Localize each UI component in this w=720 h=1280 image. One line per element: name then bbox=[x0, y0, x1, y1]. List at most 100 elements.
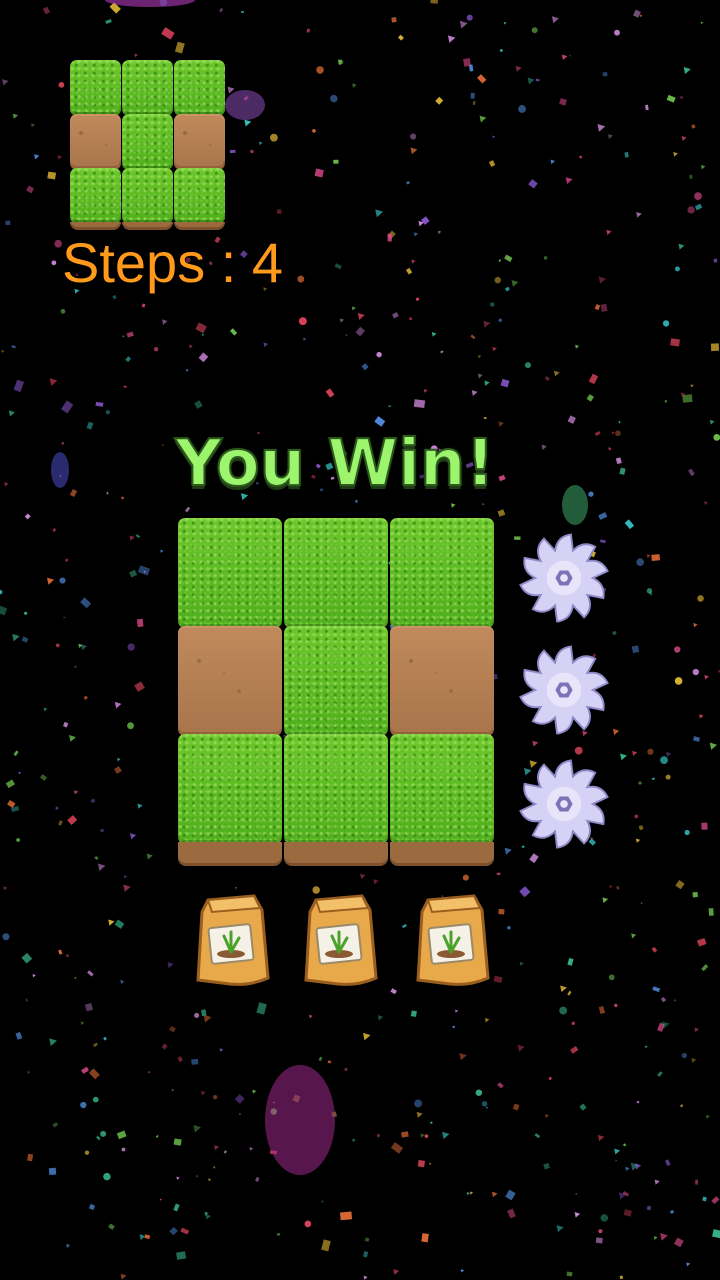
confetti-piece bbox=[437, 230, 442, 235]
confetti-piece bbox=[88, 1068, 100, 1080]
confetti-piece bbox=[409, 317, 413, 321]
confetti-piece bbox=[129, 535, 135, 541]
confetti-piece bbox=[12, 633, 20, 642]
confetti-piece bbox=[646, 554, 651, 559]
board-tile-grass[interactable] bbox=[390, 518, 494, 628]
confetti-piece bbox=[636, 838, 641, 843]
confetti-piece bbox=[401, 1131, 409, 1138]
confetti-piece bbox=[201, 1009, 207, 1017]
confetti-piece bbox=[410, 147, 418, 155]
confetti-piece bbox=[497, 1082, 504, 1089]
confetti-piece bbox=[58, 949, 63, 955]
seed-bag-icon[interactable] bbox=[410, 890, 494, 990]
confetti-piece bbox=[598, 1229, 603, 1234]
confetti-piece bbox=[95, 401, 104, 407]
confetti-piece bbox=[103, 1036, 107, 1041]
confetti-piece bbox=[276, 1233, 281, 1236]
seed-bag-icon[interactable] bbox=[190, 890, 274, 990]
board-tile-grass[interactable] bbox=[178, 518, 282, 628]
board-tile-grass[interactable] bbox=[178, 734, 282, 844]
confetti-piece bbox=[505, 1189, 516, 1201]
confetti-piece bbox=[619, 1275, 624, 1280]
board-tile-dirt[interactable] bbox=[178, 626, 282, 736]
confetti-piece bbox=[478, 355, 482, 359]
confetti-piece bbox=[614, 1003, 618, 1008]
confetti-piece bbox=[391, 17, 397, 23]
confetti-piece bbox=[78, 643, 83, 649]
confetti-piece bbox=[701, 964, 709, 972]
confetti-piece bbox=[10, 805, 20, 813]
confetti-piece bbox=[688, 468, 695, 477]
confetti-piece bbox=[74, 976, 77, 980]
confetti-piece bbox=[234, 1093, 245, 1104]
confetti-piece bbox=[674, 1237, 684, 1248]
confetti-piece bbox=[219, 1048, 224, 1052]
preview-column-soil bbox=[174, 222, 225, 230]
confetti-piece bbox=[462, 874, 469, 881]
confetti-piece bbox=[486, 1106, 489, 1109]
confetti-piece bbox=[270, 1108, 277, 1115]
confetti-piece bbox=[674, 677, 683, 685]
confetti-piece bbox=[134, 53, 138, 58]
confetti-piece bbox=[120, 980, 125, 984]
confetti-piece bbox=[479, 115, 487, 123]
confetti-piece bbox=[632, 750, 638, 756]
confetti-piece bbox=[484, 380, 490, 386]
confetti-piece bbox=[475, 1089, 483, 1096]
confetti-piece bbox=[614, 29, 620, 36]
confetti-piece bbox=[227, 86, 235, 94]
confetti-piece bbox=[339, 318, 345, 323]
confetti-piece bbox=[695, 1179, 698, 1185]
confetti-piece bbox=[498, 318, 503, 323]
confetti-piece bbox=[507, 1208, 516, 1219]
confetti-piece bbox=[195, 1175, 199, 1178]
saw-blade-icon[interactable] bbox=[516, 756, 612, 852]
confetti-piece bbox=[697, 595, 704, 602]
confetti-piece bbox=[298, 317, 307, 326]
game-screen: Steps : 4 You Win! bbox=[0, 0, 720, 1280]
saw-blade-icon[interactable] bbox=[516, 530, 612, 626]
confetti-piece bbox=[504, 254, 513, 262]
confetti-piece bbox=[195, 322, 207, 334]
preview-tile-grass bbox=[70, 60, 121, 116]
confetti-piece bbox=[575, 344, 580, 349]
confetti-piece bbox=[109, 2, 121, 14]
confetti-piece bbox=[504, 847, 512, 855]
board-tile-grass[interactable] bbox=[284, 626, 388, 736]
seed-bag-icon[interactable] bbox=[298, 890, 382, 990]
confetti-piece bbox=[114, 766, 122, 774]
confetti-piece bbox=[651, 946, 658, 953]
confetti-piece bbox=[532, 740, 539, 747]
confetti-piece bbox=[661, 1021, 670, 1029]
confetti-piece bbox=[375, 209, 384, 218]
confetti-piece bbox=[712, 1229, 720, 1239]
confetti-piece bbox=[66, 954, 69, 957]
confetti-piece bbox=[123, 884, 131, 892]
board-tile-grass[interactable] bbox=[390, 734, 494, 844]
confetti-piece bbox=[97, 863, 106, 871]
confetti-piece bbox=[477, 74, 487, 84]
confetti-piece bbox=[357, 312, 365, 320]
confetti-piece bbox=[463, 58, 471, 67]
board-tile-grass[interactable] bbox=[284, 734, 388, 844]
confetti-piece bbox=[488, 160, 496, 167]
confetti-piece bbox=[15, 1031, 23, 1040]
confetti-piece bbox=[0, 589, 3, 595]
confetti-piece bbox=[541, 444, 547, 450]
preview-column-soil bbox=[122, 222, 173, 230]
confetti-piece bbox=[481, 1101, 488, 1107]
confetti-piece bbox=[269, 133, 278, 142]
confetti-piece bbox=[60, 400, 74, 414]
confetti-piece bbox=[1, 350, 5, 353]
saw-blade-icon[interactable] bbox=[516, 642, 612, 738]
confetti-piece bbox=[597, 1134, 605, 1142]
confetti-piece bbox=[0, 604, 8, 616]
confetti-piece bbox=[471, 390, 478, 396]
confetti-piece bbox=[387, 233, 392, 242]
confetti-piece bbox=[5, 220, 11, 226]
board-tile-dirt[interactable] bbox=[390, 626, 494, 736]
confetti-piece bbox=[84, 1002, 94, 1012]
board-tile-grass[interactable] bbox=[284, 518, 388, 628]
confetti-piece bbox=[250, 149, 254, 154]
confetti-piece bbox=[566, 1271, 573, 1277]
